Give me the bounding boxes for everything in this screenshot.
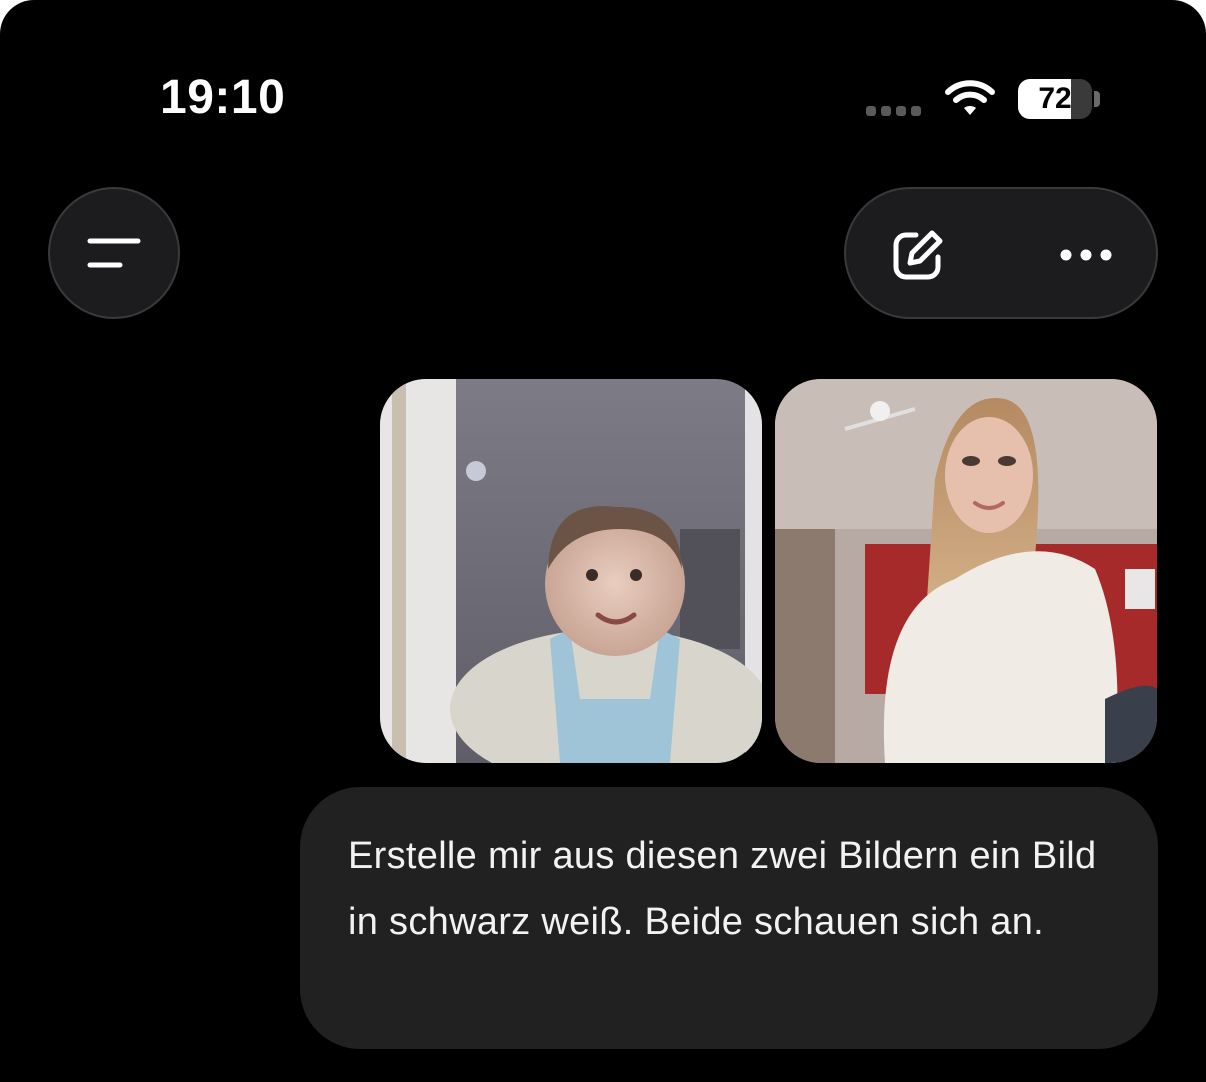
cellular-signal-icon — [866, 106, 921, 116]
toolbar-pill — [844, 187, 1158, 319]
battery-level: 72 — [1038, 82, 1072, 115]
more-horizontal-icon — [1060, 249, 1112, 261]
attachment-selfie-photo[interactable] — [775, 379, 1157, 763]
new-chat-button[interactable] — [886, 223, 950, 287]
app-screen: 19:10 72 Erstelle mir aus diesen zwei Bi… — [0, 0, 1206, 1082]
new-chat-edit-icon — [893, 230, 943, 280]
attachment-baby-photo[interactable] — [380, 379, 762, 763]
battery-indicator: 72 — [1018, 79, 1092, 119]
user-message-bubble: Erstelle mir aus diesen zwei Bildern ein… — [300, 787, 1158, 1049]
wifi-icon — [944, 78, 996, 123]
status-time: 19:10 — [160, 71, 286, 124]
more-options-button[interactable] — [1046, 223, 1126, 287]
battery-tip — [1094, 91, 1100, 107]
user-message-text: Erstelle mir aus diesen zwei Bildern ein… — [348, 835, 1097, 943]
sidebar-menu-icon — [87, 238, 141, 268]
sidebar-menu-button[interactable] — [48, 187, 180, 319]
